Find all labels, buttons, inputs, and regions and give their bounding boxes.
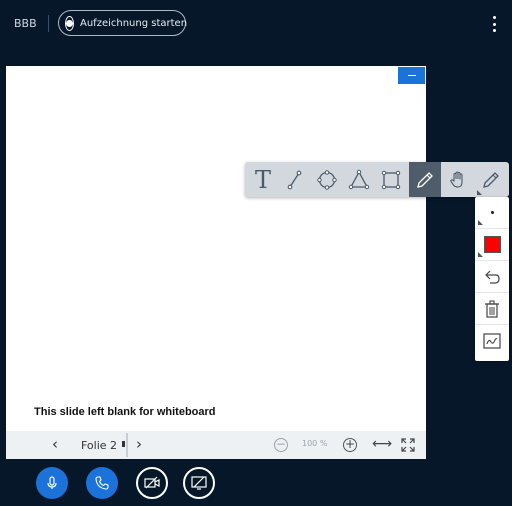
pencil-icon — [417, 171, 433, 188]
app-title: BBB — [14, 17, 37, 30]
slide-text: This slide left blank for whiteboard — [34, 406, 216, 418]
line-tool-button[interactable] — [279, 162, 311, 197]
dot-icon — [492, 16, 496, 19]
text-icon: T — [254, 165, 271, 194]
dropdown-arrow-icon — [122, 441, 125, 447]
zoom-value: 100 % — [302, 439, 328, 448]
presentation-slide[interactable] — [6, 66, 426, 431]
fit-width-button[interactable]: ⟷ — [372, 436, 392, 452]
screenshare-off-icon — [191, 476, 207, 490]
phone-icon — [95, 476, 109, 490]
thickness-button[interactable] — [475, 197, 509, 229]
pencil-options-button[interactable] — [475, 162, 507, 197]
slide-select[interactable]: Folie 2 — [70, 431, 128, 459]
submenu-indicator-icon — [477, 190, 482, 195]
next-slide-button[interactable]: › — [136, 435, 142, 453]
hand-icon — [450, 170, 463, 188]
zoom-in-button[interactable]: + — [343, 438, 357, 452]
video-off-icon — [144, 476, 160, 489]
submenu-indicator-icon — [478, 252, 483, 257]
triangle-icon — [348, 169, 370, 189]
audio-button[interactable] — [86, 467, 118, 499]
zoom-out-button[interactable]: − — [274, 438, 288, 452]
dot-icon — [492, 29, 496, 32]
ellipse-tool-button[interactable] — [311, 162, 343, 197]
video-button[interactable] — [136, 467, 168, 499]
hand-tool-button[interactable] — [442, 162, 474, 197]
record-button[interactable]: Aufzeichnung starten — [58, 10, 188, 36]
clear-all-button[interactable] — [475, 293, 509, 325]
pencil-icon — [483, 171, 499, 188]
undo-icon — [485, 270, 500, 284]
text-tool-button[interactable]: T — [247, 162, 279, 197]
submenu-indicator-icon — [478, 220, 483, 225]
microphone-button[interactable] — [36, 467, 68, 499]
line-icon — [287, 170, 302, 189]
record-icon — [65, 15, 74, 31]
microphone-icon — [47, 476, 57, 489]
minimize-presentation-button[interactable] — [398, 67, 425, 84]
minus-icon — [407, 75, 416, 76]
top-bar: BBB Aufzeichnung starten — [0, 0, 512, 50]
presentation-navbar: ‹ Folie 2 › − 100 % + ⟷ — [6, 431, 426, 459]
screenshare-button[interactable] — [183, 467, 215, 499]
pencil-tool-button[interactable] — [409, 162, 441, 197]
whiteboard-options-toolbar — [475, 197, 509, 361]
dot-icon — [492, 22, 496, 26]
ellipse-icon — [317, 169, 337, 190]
previous-slide-button[interactable]: ‹ — [52, 435, 58, 453]
thickness-dot-icon — [490, 211, 494, 214]
whiteboard-icon — [483, 333, 501, 349]
whiteboard-toolbar: T — [245, 162, 509, 197]
rectangle-tool-button[interactable] — [375, 162, 407, 197]
header-divider — [48, 15, 49, 32]
options-menu-button[interactable] — [490, 14, 498, 34]
multi-user-whiteboard-button[interactable] — [475, 325, 509, 357]
triangle-tool-button[interactable] — [343, 162, 375, 197]
color-button[interactable] — [475, 229, 509, 261]
record-label: Aufzeichnung starten — [80, 17, 188, 29]
fullscreen-icon[interactable] — [400, 437, 416, 453]
color-swatch — [483, 236, 501, 253]
undo-button[interactable] — [475, 261, 509, 293]
navbar-divider — [126, 433, 128, 457]
rectangle-icon — [381, 170, 401, 189]
trash-icon — [485, 299, 499, 318]
